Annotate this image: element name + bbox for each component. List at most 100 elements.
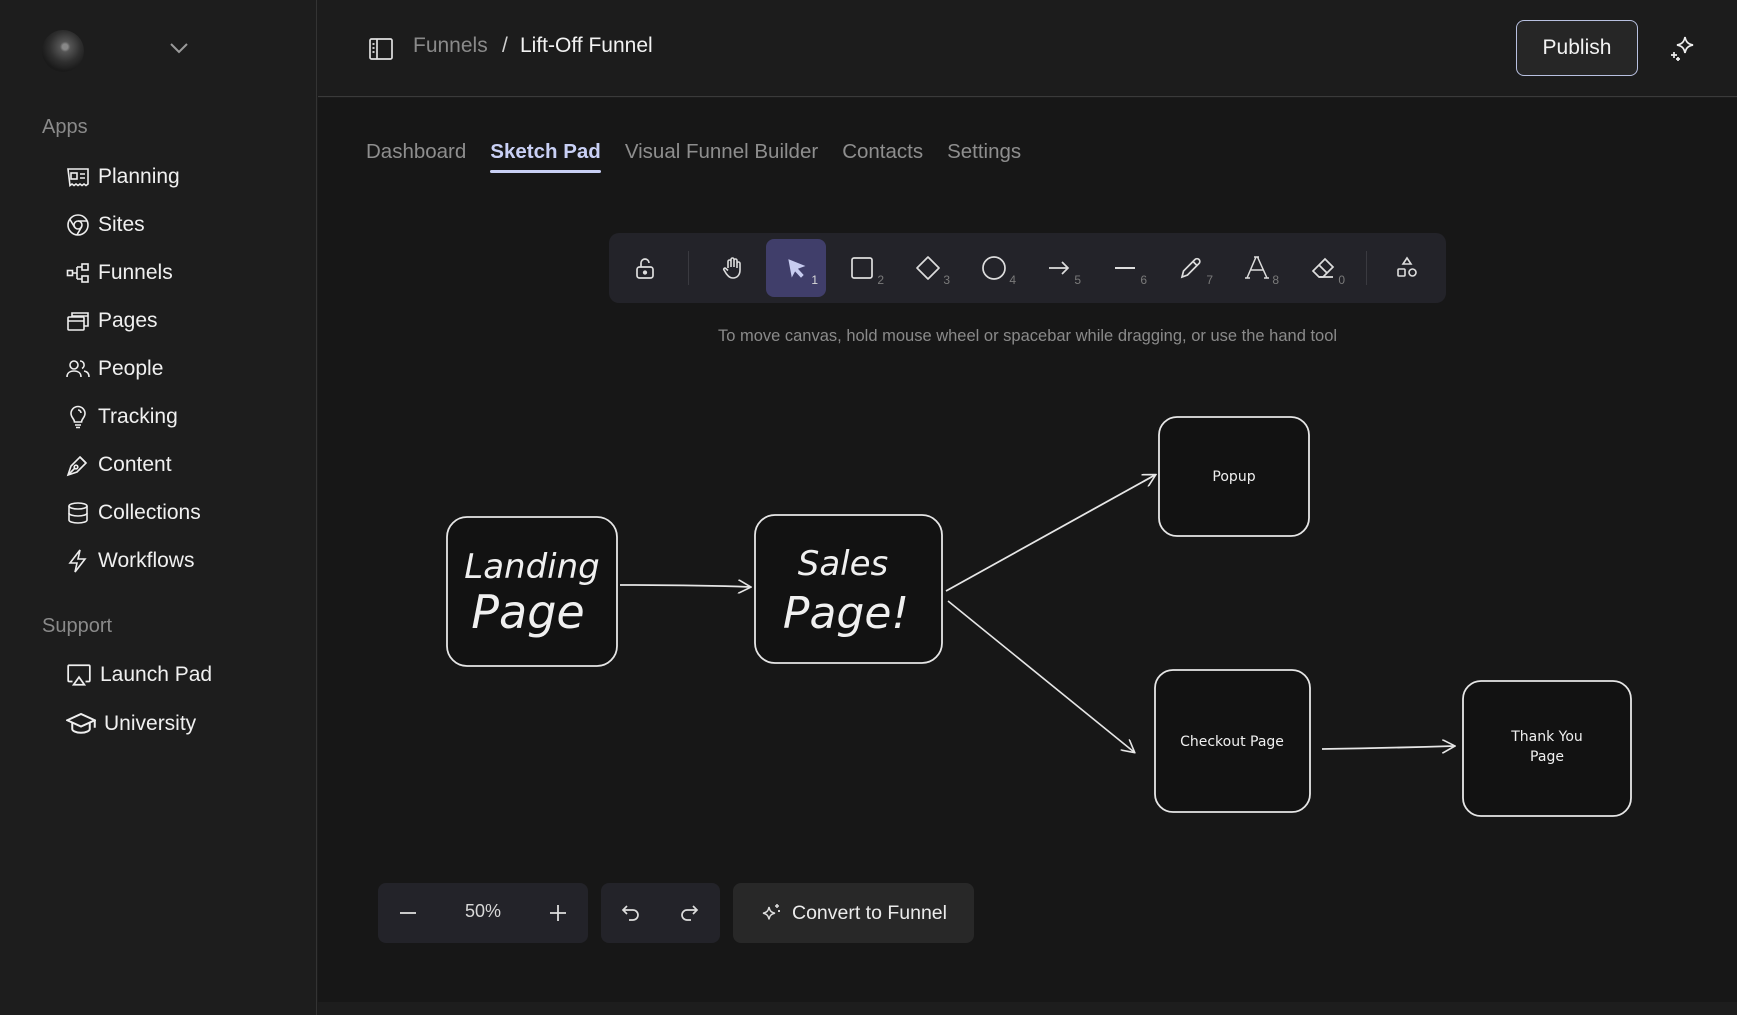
avatar[interactable] xyxy=(42,30,84,72)
tool-shortcut: 2 xyxy=(877,273,884,287)
tool-shortcut: 0 xyxy=(1338,273,1345,287)
undo-icon xyxy=(621,905,639,921)
convert-to-funnel-button[interactable]: Convert to Funnel xyxy=(733,883,974,943)
tool-eraser[interactable]: 0 xyxy=(1293,239,1353,297)
sidebar-item-launch-pad[interactable]: Launch Pad xyxy=(66,658,212,692)
sidebar-item-tracking[interactable]: Tracking xyxy=(66,400,178,434)
sidebar-item-university[interactable]: University xyxy=(66,707,196,741)
sidebar: Apps Planning Sites Funnels Pages People… xyxy=(0,0,317,1015)
redo-button[interactable] xyxy=(671,895,707,931)
toolbar-divider xyxy=(688,251,689,285)
node-label-line: Landing xyxy=(464,547,600,587)
pen-nib-icon xyxy=(66,455,88,477)
node-label-line: Sales xyxy=(798,544,889,584)
tool-ellipse[interactable]: 4 xyxy=(964,239,1024,297)
sidebar-item-sites[interactable]: Sites xyxy=(66,208,145,242)
edge-sales-to-popup[interactable] xyxy=(945,475,1155,592)
breadcrumb-parent[interactable]: Funnels xyxy=(413,34,488,58)
sidebar-toggle-icon[interactable] xyxy=(368,37,394,61)
edge-checkout-to-thankyou[interactable] xyxy=(1321,746,1454,749)
tool-shapes-library[interactable] xyxy=(1377,239,1437,297)
shapes-icon xyxy=(1397,256,1417,277)
chevron-down-icon[interactable] xyxy=(168,40,190,56)
pencil-icon xyxy=(1180,257,1201,279)
newspaper-icon xyxy=(67,168,89,187)
rectangle-icon xyxy=(851,257,873,279)
node-label-line: Thank You xyxy=(1510,729,1583,745)
node-thank-you-page[interactable]: Thank You Page xyxy=(1462,680,1632,817)
tool-text[interactable]: 8 xyxy=(1227,239,1287,297)
undo-button[interactable] xyxy=(613,895,649,931)
cursor-icon xyxy=(788,259,806,278)
sidebar-item-label: Launch Pad xyxy=(100,663,213,686)
eraser-icon xyxy=(1311,257,1335,278)
tool-draw[interactable]: 7 xyxy=(1161,239,1221,297)
bolt-icon xyxy=(68,549,87,573)
sidebar-item-funnels[interactable]: Funnels xyxy=(66,256,173,290)
tool-selection[interactable]: 1 xyxy=(766,239,826,297)
sidebar-item-collections[interactable]: Collections xyxy=(66,496,201,530)
app-root: Apps Planning Sites Funnels Pages People… xyxy=(0,0,1737,1015)
sketch-pad-main: Dashboard Sketch Pad Visual Funnel Build… xyxy=(318,98,1737,1002)
zoom-out-button[interactable] xyxy=(390,895,426,931)
node-sales-page[interactable]: Sales Page! xyxy=(754,514,943,664)
tool-lock[interactable] xyxy=(615,239,675,297)
minus-icon xyxy=(400,912,416,914)
sidebar-item-label: Pages xyxy=(98,309,158,332)
chrome-icon xyxy=(67,214,89,236)
sidebar-item-label: People xyxy=(98,357,164,380)
redo-icon xyxy=(681,905,699,921)
node-label-line: Checkout Page xyxy=(1180,734,1284,750)
sidebar-item-label: Workflows xyxy=(98,549,195,572)
zoom-in-button[interactable] xyxy=(540,895,576,931)
windows-icon xyxy=(67,312,89,331)
diamond-icon xyxy=(916,256,940,280)
tool-diamond[interactable]: 3 xyxy=(898,239,958,297)
hand-icon xyxy=(722,257,741,279)
tool-line[interactable]: 6 xyxy=(1095,239,1155,297)
tool-arrow[interactable]: 5 xyxy=(1029,239,1089,297)
zoom-controls: 50% xyxy=(378,883,588,943)
tool-shortcut: 3 xyxy=(943,273,950,287)
tool-shortcut: 1 xyxy=(811,273,818,287)
graduation-cap-icon xyxy=(66,712,96,734)
node-landing-page[interactable]: Landing Page xyxy=(446,516,618,667)
sidebar-item-workflows[interactable]: Workflows xyxy=(66,544,194,578)
edge-landing-to-sales[interactable] xyxy=(619,585,750,587)
convert-to-funnel-label: Convert to Funnel xyxy=(791,901,947,924)
sidebar-item-label: Sites xyxy=(98,213,145,236)
sparkle-icon[interactable] xyxy=(1667,34,1697,64)
sparkle-icon xyxy=(762,904,780,920)
node-label-line: Popup xyxy=(1212,469,1255,485)
circle-icon xyxy=(982,256,1006,280)
breadcrumb-current: Lift-Off Funnel xyxy=(520,34,653,57)
bottom-strip xyxy=(318,1002,1737,1015)
airplay-icon xyxy=(67,664,91,686)
canvas-nodes: Landing Page Sales Page! Popup Checkout … xyxy=(446,416,1632,817)
edge-sales-to-checkout[interactable] xyxy=(947,600,1134,752)
plus-icon xyxy=(550,905,566,921)
tool-shortcut: 6 xyxy=(1140,273,1147,287)
sidebar-item-content[interactable]: Content xyxy=(66,448,172,482)
tool-rectangle[interactable]: 2 xyxy=(832,239,892,297)
sidebar-item-pages[interactable]: Pages xyxy=(66,304,158,338)
sidebar-item-planning[interactable]: Planning xyxy=(66,160,180,194)
sidebar-item-label: University xyxy=(104,712,197,735)
node-popup[interactable]: Popup xyxy=(1158,416,1310,537)
history-controls xyxy=(601,883,720,943)
flow-icon xyxy=(66,263,89,283)
sidebar-item-people[interactable]: People xyxy=(66,352,163,386)
node-label-line: Page xyxy=(1530,749,1564,765)
zoom-level[interactable]: 50% xyxy=(448,901,518,922)
sidebar-item-label: Planning xyxy=(98,165,180,188)
tool-hand[interactable] xyxy=(703,239,763,297)
sidebar-item-label: Collections xyxy=(98,501,201,524)
arrow-right-icon xyxy=(1049,261,1070,275)
bulb-icon xyxy=(70,405,86,429)
unlock-icon xyxy=(636,258,654,279)
sidebar-item-label: Tracking xyxy=(98,405,178,428)
text-icon xyxy=(1245,256,1269,279)
top-header: Funnels / Lift-Off Funnel Publish xyxy=(318,0,1737,97)
publish-button[interactable]: Publish xyxy=(1516,20,1638,76)
node-checkout-page[interactable]: Checkout Page xyxy=(1154,669,1311,813)
